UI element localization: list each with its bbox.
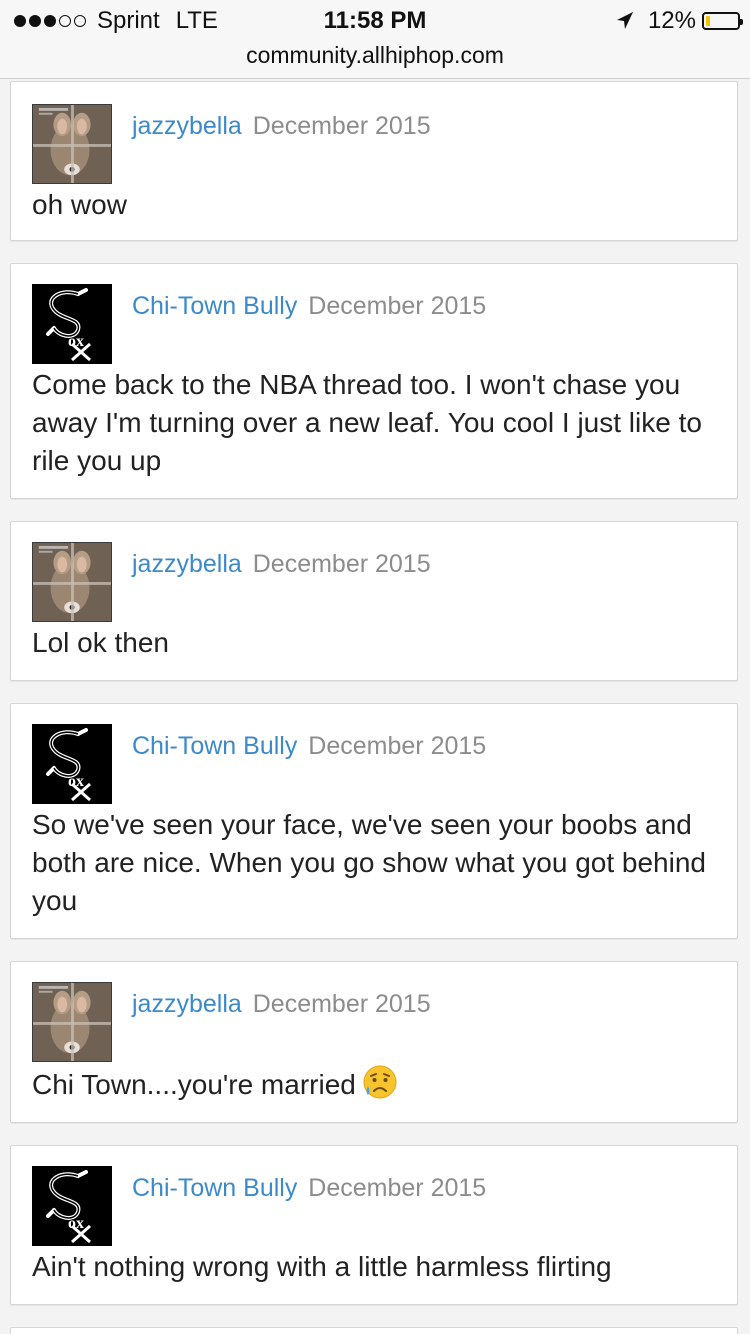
post-date[interactable]: December 2015 — [308, 732, 486, 760]
avatar-jazzybella[interactable] — [32, 104, 112, 184]
comment-post: jazzybella December 2015 oh wow — [10, 81, 738, 241]
author-link[interactable]: Chi-Town Bully — [132, 1174, 297, 1202]
post-body: Chi Town....you're married — [32, 1064, 719, 1104]
post-meta: Chi-Town Bully December 2015 — [132, 732, 486, 761]
comment-post: Chi-Town Bully December 2015 Come back t… — [10, 263, 738, 499]
author-link[interactable]: jazzybella — [132, 990, 242, 1018]
post-meta: Chi-Town Bully December 2015 — [132, 292, 486, 321]
battery-icon — [702, 12, 743, 30]
disappointed-relieved-face-icon — [362, 1064, 398, 1100]
comment-post-partial — [10, 1327, 738, 1334]
avatar-chi-town-bully[interactable] — [32, 724, 112, 804]
post-body: So we've seen your face, we've seen your… — [32, 809, 706, 916]
post-body: Come back to the NBA thread too. I won't… — [32, 369, 702, 476]
status-bar: Sprint LTE 11:58 PM 12% — [0, 0, 750, 40]
battery-tip — [740, 19, 743, 25]
post-meta: Chi-Town Bully December 2015 — [132, 1174, 486, 1203]
post-meta: jazzybella December 2015 — [132, 550, 431, 579]
post-meta: jazzybella December 2015 — [132, 112, 431, 141]
post-date[interactable]: December 2015 — [253, 112, 431, 140]
battery-percent: 12% — [647, 7, 696, 34]
post-body: Ain't nothing wrong with a little harmle… — [32, 1251, 612, 1282]
comment-feed[interactable]: jazzybella December 2015 oh wow Chi-Town… — [0, 79, 750, 1334]
author-link[interactable]: jazzybella — [132, 550, 242, 578]
author-link[interactable]: Chi-Town Bully — [132, 292, 297, 320]
post-body: oh wow — [32, 189, 127, 220]
avatar-jazzybella[interactable] — [32, 982, 112, 1062]
url-text[interactable]: community.allhiphop.com — [246, 42, 504, 68]
post-date[interactable]: December 2015 — [253, 990, 431, 1018]
post-date[interactable]: December 2015 — [253, 550, 431, 578]
post-date[interactable]: December 2015 — [308, 1174, 486, 1202]
comment-post: jazzybella December 2015 Lol ok then — [10, 521, 738, 681]
author-link[interactable]: Chi-Town Bully — [132, 732, 297, 760]
post-meta: jazzybella December 2015 — [132, 990, 431, 1019]
battery-fill — [706, 16, 710, 26]
post-date[interactable]: December 2015 — [308, 292, 486, 320]
avatar-chi-town-bully[interactable] — [32, 284, 112, 364]
avatar-chi-town-bully[interactable] — [32, 1166, 112, 1246]
location-arrow-icon — [616, 12, 633, 29]
post-body-text: Chi Town....you're married — [32, 1069, 356, 1100]
comment-post: Chi-Town Bully December 2015 So we've se… — [10, 703, 738, 939]
comment-post: jazzybella December 2015 Chi Town....you… — [10, 961, 738, 1123]
avatar-jazzybella[interactable] — [32, 542, 112, 622]
comment-post: Chi-Town Bully December 2015 Ain't nothi… — [10, 1145, 738, 1305]
status-right: 12% — [616, 7, 743, 35]
address-bar[interactable]: community.allhiphop.com — [0, 40, 750, 79]
author-link[interactable]: jazzybella — [132, 112, 242, 140]
post-body: Lol ok then — [32, 627, 169, 658]
